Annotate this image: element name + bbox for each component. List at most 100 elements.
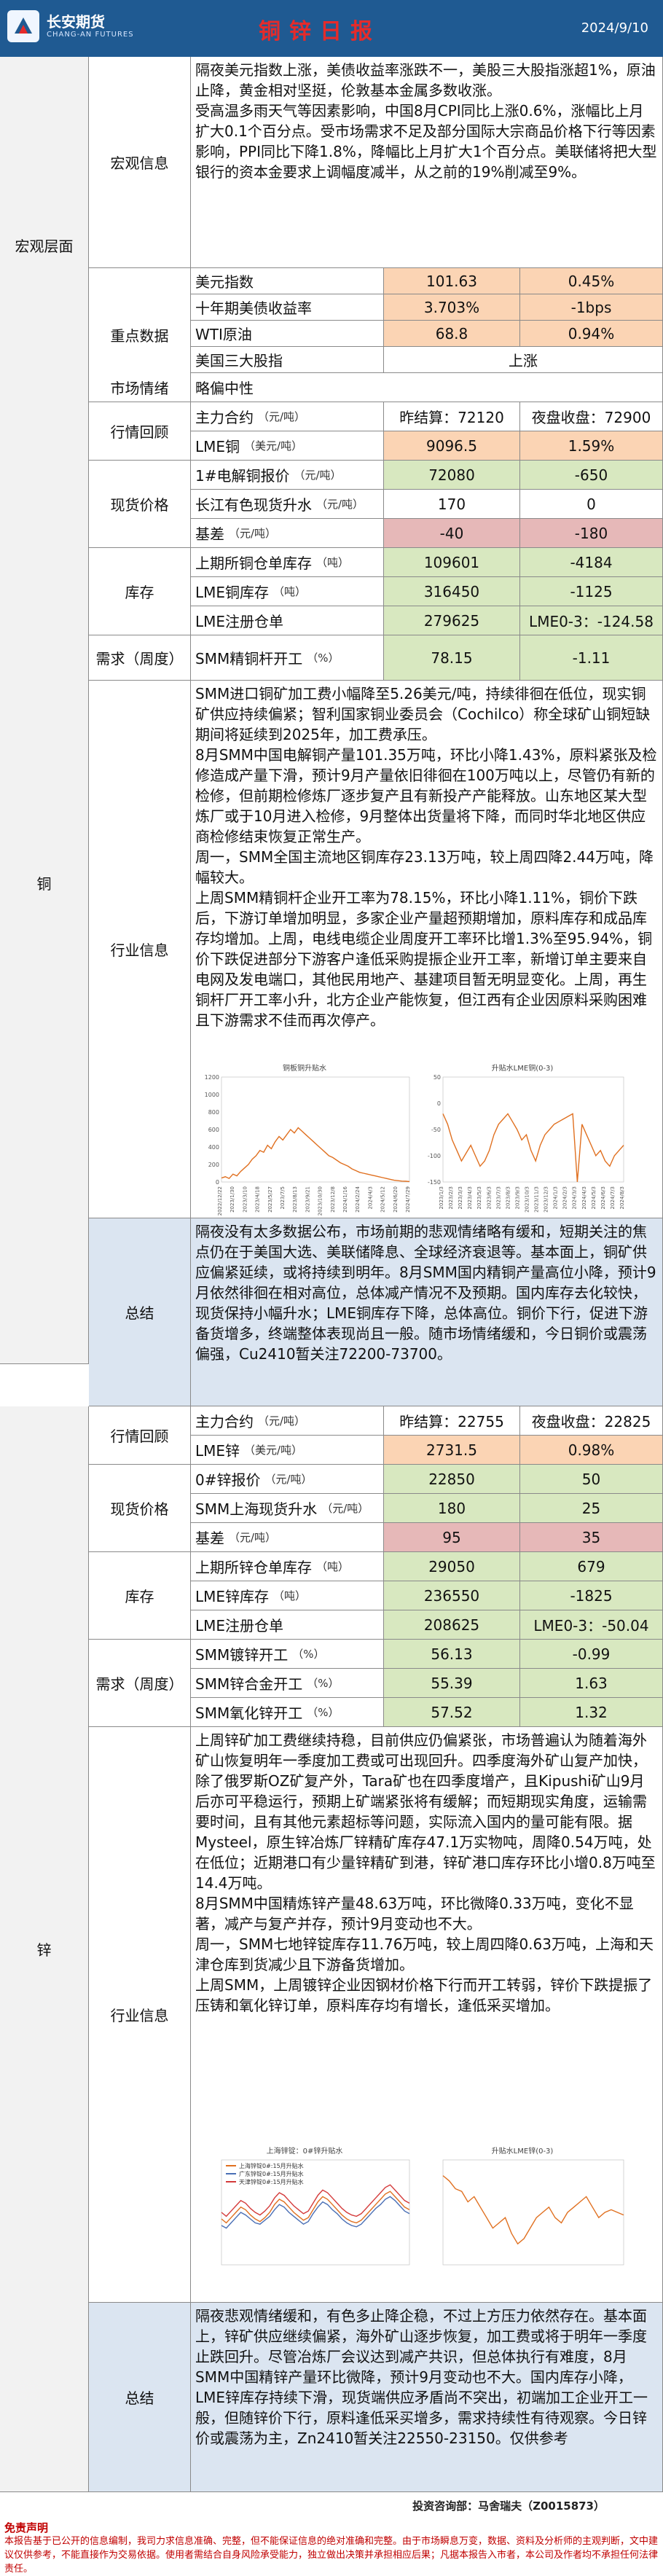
copper-spot-v2: 0 (520, 490, 663, 519)
chart-title: 上海锌锭：0#锌升贴水 (267, 2146, 343, 2156)
y-tick-label: 800 (208, 1109, 219, 1116)
x-tick-label: 2023/12/3 (544, 1186, 549, 1213)
row-unit: （元/吨） (316, 498, 364, 511)
row-unit: （%） (292, 1648, 325, 1661)
copper-premium-chart: 铜板铜升贴水 1200 1000 800 600 400 200 02022/12/22 202… (205, 1063, 411, 1215)
x-tick-label: 2024/2/3 (562, 1186, 568, 1209)
y-tick-label: 0 (216, 1179, 219, 1186)
copper-lme-v1: 9096.5 (384, 431, 520, 461)
row-name: LME锌库存 (195, 1588, 270, 1605)
y-tick-label: 0 (437, 1100, 441, 1107)
zinc-demand-v2: 1.32 (520, 1698, 663, 1727)
zinc-stock-v1: 236550 (384, 1581, 520, 1610)
key-row-name: WTI原油 (191, 321, 384, 347)
report-title: 铜锌日报 (259, 19, 381, 44)
zinc-stock-label: 库存 (89, 1552, 191, 1640)
zinc-main-v1: 昨结算：22755 (384, 1406, 520, 1436)
legend-label: 上海锌锭0#:15月升贴水 (239, 2162, 304, 2169)
zinc-industry-para: 上周SMM，上周镀锌企业因钢材价格下行而开工转弱，锌价下跌提振了压铸和氧化锌订单… (195, 1976, 653, 2014)
row-name: 长江有色现货升水 (195, 496, 312, 514)
x-tick-label: 2023/5/3 (476, 1186, 482, 1209)
zinc-spot-row: SMM上海现货升水 （元/吨） (191, 1494, 384, 1523)
x-tick-label: 2023/4/18 (255, 1186, 261, 1213)
macro-info-label: 宏观信息 (89, 57, 191, 268)
zinc-lme-v2: 0.98% (520, 1436, 663, 1465)
copper-quote-label: 行情回顾 (89, 402, 191, 461)
investment-advisor: 投资咨询部：马舍瑞夫（Z0015873） (412, 2499, 605, 2513)
legend-label: 天津锌锭0#:15月升贴水 (239, 2178, 304, 2185)
x-tick-label: 2023/8/13 (292, 1186, 298, 1213)
series-line (221, 2184, 410, 2217)
key-row-v1: 101.63 (384, 268, 520, 294)
copper-summary-text: 隔夜没有太多数据公布，市场前期的悲观情绪略有缓和，短期关注的焦点仍在于美国大选、… (191, 1218, 663, 1406)
x-tick-label: 2023/10/30 (318, 1186, 323, 1215)
x-tick-label: 2024/3/3 (572, 1186, 578, 1209)
row-name: 基差 (195, 525, 224, 543)
x-tick-label: 2023/1/30 (230, 1186, 235, 1213)
logo-cn: 长安期货 (47, 13, 105, 31)
chart-title: 铜板铜升贴水 (283, 1063, 326, 1073)
x-tick-label: 2024/1/16 (342, 1186, 348, 1212)
key-row-name: 美国三大股指 (191, 347, 384, 373)
x-tick-label: 2024/7/3 (610, 1186, 616, 1209)
row-unit: （元/吨） (321, 1502, 369, 1515)
logo-mark-icon (7, 10, 39, 42)
copper-lme: LME铜 （美元/吨） (191, 431, 384, 461)
row-name: LME铜库存 (195, 584, 270, 601)
row-unit: （吨） (316, 556, 350, 569)
row-name: LME注册仓单 (195, 1617, 284, 1635)
copper-industry-para: 上周SMM精铜杆企业开工率为78.15%，环比小降1.11%，铜价下跌后，下游订… (195, 889, 653, 1029)
zinc-stock-v2: LME0-3：-50.04 (520, 1610, 663, 1640)
report-header: 长安期货 CHANG-AN FUTURES 铜锌日报 2024/9/10 (0, 0, 663, 57)
copper-lme-spread-chart: 升贴水LME铜(0-3) 50 0 -50 -100 -1502023/1/3 2023/2… (428, 1063, 625, 1213)
y-tick-label: 1200 (205, 1074, 219, 1081)
x-tick-label: 2023/11/3 (534, 1186, 540, 1213)
row-unit: （元/吨） (264, 1473, 313, 1486)
key-row-v1: 3.703% (384, 294, 520, 321)
copper-industry-para: 周一，SMM全国主流地区铜库存23.13万吨，较上周四降2.44万吨，降幅较大。 (195, 848, 654, 886)
copper-summary-label: 总结 (89, 1218, 191, 1406)
x-tick-label: 2023/3/3 (458, 1186, 463, 1209)
zinc-demand-row: SMM锌合金开工 （%） (191, 1669, 384, 1698)
row-name: 上期所锌仓单库存 (195, 1559, 312, 1576)
row-unit: （%） (307, 651, 340, 665)
copper-spot-v1: 170 (384, 490, 520, 519)
disclaimer-text: 本报告基于已公开的信息编制，我司力求信息准确、完整，但不能保证信息的绝对准确和完… (4, 2536, 659, 2575)
zinc-spot-v2: 35 (520, 1523, 663, 1552)
copper-spot-row: 基差 （元/吨） (191, 519, 384, 548)
zinc-spot-row: 0#锌报价 （元/吨） (191, 1465, 384, 1494)
logo-en: CHANG-AN FUTURES (47, 31, 134, 39)
row-name: LME铜 (195, 438, 240, 455)
x-tick-label: 2024/5/12 (380, 1186, 386, 1213)
copper-spot-v2: -180 (520, 519, 663, 548)
row-unit: （吨） (316, 1560, 350, 1573)
chart-title: 升贴水LME锌(0-3) (492, 2146, 554, 2156)
x-tick-label: 2023/9/3 (514, 1186, 520, 1209)
zinc-spot-v2: 50 (520, 1465, 663, 1494)
zinc-industry-text: 上周锌矿加工费继续持稳，目前供应仍偏紧张，市场普遍认为随着海外矿山恢复明年一季度… (191, 1727, 663, 2303)
zinc-lme-v1: 2731.5 (384, 1436, 520, 1465)
zinc-spot-v1: 95 (384, 1523, 520, 1552)
copper-stock-row: LME注册仓单 (191, 606, 384, 635)
copper-stock-v2: LME0-3：-124.58 (520, 606, 663, 635)
y-tick-label: 400 (208, 1144, 219, 1151)
macro-info-para-1: 隔夜美元指数上涨，美债收益率涨跌不一，美股三大股指涨超1%，原油止降，黄金相对坚… (195, 61, 656, 99)
zinc-section-label: 锌 (0, 1406, 89, 2492)
copper-main-v1: 昨结算：72120 (384, 402, 520, 431)
market-mood-label: 市场情绪 (89, 373, 191, 402)
series-line (221, 2196, 410, 2229)
row-unit: （吨） (273, 1589, 307, 1602)
copper-demand-v1: 78.15 (384, 635, 520, 681)
key-row-v2: -1bps (520, 294, 663, 321)
key-row-v1: 上涨 (384, 347, 663, 373)
zinc-summary-label: 总结 (89, 2303, 191, 2492)
x-tick-label: 2023/8/3 (505, 1186, 511, 1209)
key-row-name: 十年期美债收益率 (191, 294, 384, 321)
plot-frame (221, 1076, 410, 1183)
macro-info-para-2: 受高温多雨天气等因素影响，中国8月CPI同比上涨0.6%，涨幅比上月扩大0.1个… (195, 102, 657, 181)
copper-industry-label: 行业信息 (89, 681, 191, 1218)
copper-spot-label: 现货价格 (89, 461, 191, 548)
copper-stock-v2: -4184 (520, 548, 663, 577)
zinc-lme-spread-chart: 升贴水LME锌(0-3) (442, 2146, 624, 2266)
zinc-quote-label: 行情回顾 (89, 1406, 191, 1465)
